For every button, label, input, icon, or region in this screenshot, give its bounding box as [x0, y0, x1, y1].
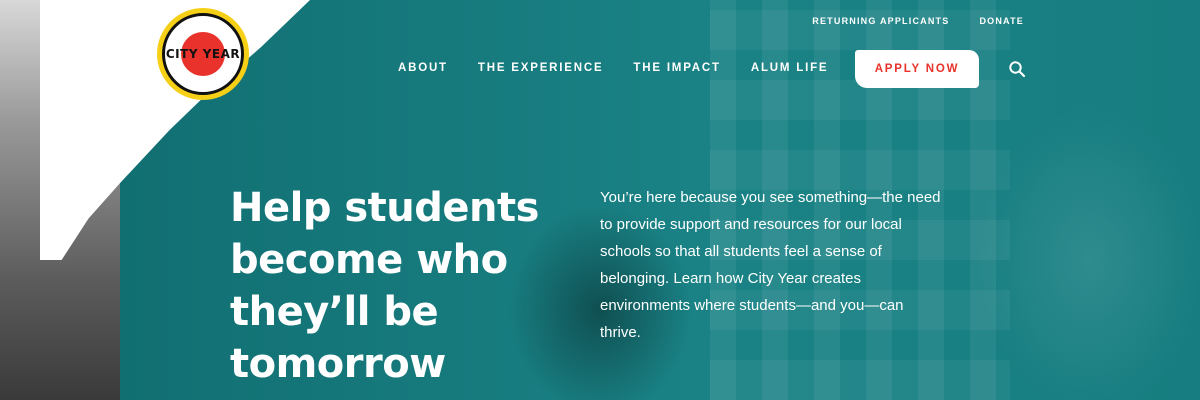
hero-headline: Help students become who they’ll be tomo… — [230, 185, 539, 387]
search-icon[interactable] — [1008, 60, 1026, 78]
donate-link[interactable]: DONATE — [979, 16, 1024, 26]
returning-applicants-link[interactable]: RETURNING APPLICANTS — [812, 16, 949, 26]
utility-nav: RETURNING APPLICANTS DONATE — [812, 16, 1024, 26]
nav-alum-life[interactable]: ALUM LIFE — [751, 62, 829, 74]
hero-intro-text: You’re here because you see something—th… — [600, 189, 941, 341]
apply-now-button[interactable]: APPLY NOW — [855, 50, 979, 88]
city-year-logo[interactable]: CITY YEAR — [157, 8, 249, 100]
nav-about[interactable]: ABOUT — [398, 62, 448, 74]
nav-the-impact[interactable]: THE IMPACT — [633, 62, 720, 74]
logo-text: CITY YEAR — [165, 47, 241, 61]
main-nav: ABOUT THE EXPERIENCE THE IMPACT ALUM LIF… — [398, 62, 828, 74]
nav-the-experience[interactable]: THE EXPERIENCE — [478, 62, 604, 74]
logo-ring: CITY YEAR — [162, 13, 244, 95]
